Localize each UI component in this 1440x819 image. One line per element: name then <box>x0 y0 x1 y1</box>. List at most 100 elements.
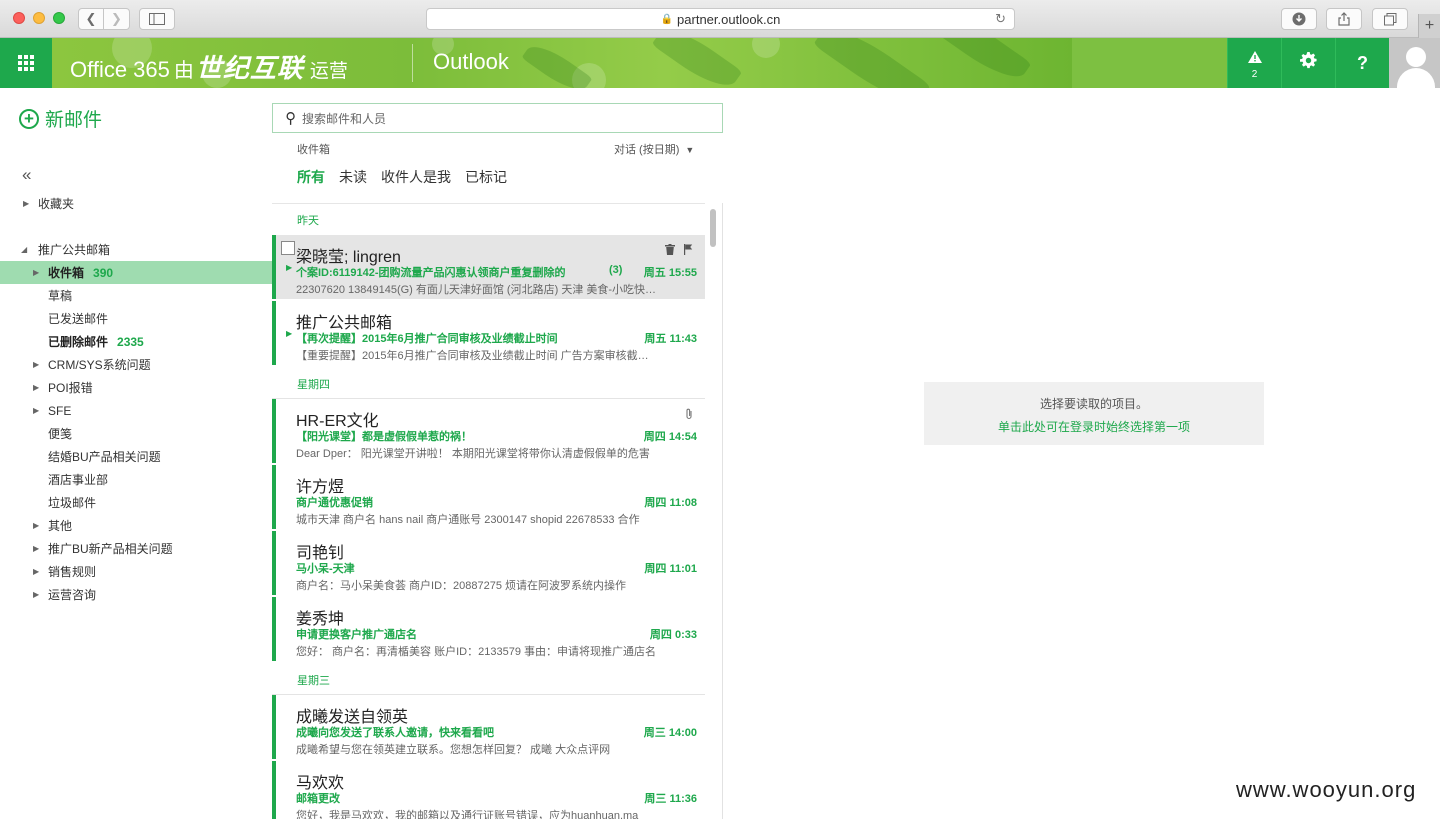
message-item[interactable]: 姜秀坤 申请更换客户推广通店名 周四 0:33 您好： 商户名：再清楯美容 账户… <box>272 597 705 661</box>
collapse-arrow-icon[interactable]: ◢ <box>21 245 27 254</box>
folder-label: 便笺 <box>48 427 73 441</box>
address-bar[interactable]: 🔒 partner.outlook.cn ↻ <box>426 8 1015 30</box>
expand-arrow-icon[interactable]: ▶ <box>33 406 39 415</box>
folder-label: SFE <box>48 403 72 418</box>
folder-label: 运营咨询 <box>48 588 97 602</box>
message-item[interactable]: 成曦发送自领英 成曦向您发送了联系人邀请，快来看看吧 周三 14:00 成曦希望… <box>272 695 705 759</box>
expand-arrow-icon[interactable]: ▶ <box>33 544 39 553</box>
select-first-item-link[interactable]: 单击此处可在登录时始终选择第一项 <box>924 418 1264 435</box>
reload-icon[interactable]: ↻ <box>995 11 1006 27</box>
folder-wedding-bu[interactable]: 结婚BU产品相关问题 <box>0 445 272 468</box>
folder-label: 垃圾邮件 <box>48 496 97 510</box>
filter-tabs: 所有 未读 收件人是我 已标记 <box>297 167 507 187</box>
group-header: 星期四 <box>297 379 330 391</box>
message-item[interactable]: 许方煜 商户通优惠促销 周四 11:08 城市天津 商户名 hans nail … <box>272 465 705 529</box>
folder-sfe[interactable]: ▶ SFE <box>0 399 272 422</box>
new-mail-button[interactable]: + 新邮件 <box>19 105 102 132</box>
notifications-button[interactable]: 2 <box>1227 38 1281 88</box>
flag-icon[interactable] <box>684 244 693 258</box>
search-input[interactable]: ⚲ 搜索邮件和人员 <box>272 103 723 133</box>
folder-label: 已发送邮件 <box>48 312 109 326</box>
forward-icon[interactable]: ❯ <box>104 8 130 30</box>
filter-unread[interactable]: 未读 <box>339 167 367 187</box>
message-time: 周四 0:33 <box>649 629 697 641</box>
sidebar-toggle-icon[interactable] <box>139 8 175 30</box>
mailbox-node[interactable]: ◢ 推广公共邮箱 <box>0 238 272 261</box>
expand-arrow-icon[interactable]: ▶ <box>33 590 39 599</box>
chevron-down-icon: ▼ <box>685 145 695 155</box>
expand-thread-icon[interactable]: ▶ <box>286 263 292 272</box>
select-checkbox[interactable] <box>281 241 295 255</box>
expand-arrow-icon[interactable]: ▶ <box>33 360 39 369</box>
filter-flagged[interactable]: 已标记 <box>465 167 507 187</box>
message-item[interactable]: 马欢欢 邮箱更改 周三 11:36 您好，我是马欢欢，我的邮箱以及通行证账号错误… <box>272 761 705 819</box>
expand-arrow-icon[interactable]: ▶ <box>33 268 39 277</box>
download-icon[interactable] <box>1281 8 1317 30</box>
lock-icon: 🔒 <box>660 13 674 25</box>
close-window-button[interactable] <box>13 12 25 24</box>
expand-thread-icon[interactable]: ▶ <box>286 329 292 338</box>
brand-logo: Office 365 由 世纪互联 运营 <box>70 48 348 85</box>
folder-label: 已删除邮件 <box>48 335 109 349</box>
minimize-window-button[interactable] <box>33 12 45 24</box>
message-time: 周五 11:43 <box>644 333 697 345</box>
reading-pane-placeholder: 选择要读取的项目。 单击此处可在登录时始终选择第一项 <box>924 382 1264 445</box>
message-time: 周三 11:36 <box>644 793 697 805</box>
trash-icon[interactable] <box>665 244 675 258</box>
search-placeholder: 搜索邮件和人员 <box>302 111 387 126</box>
zoom-window-button[interactable] <box>53 12 65 24</box>
app-launcher-button[interactable] <box>0 38 52 88</box>
folder-other[interactable]: ▶ 其他 <box>0 514 272 537</box>
message-preview: 【重要提醒】2015年6月推广合同审核及业绩截止时间 广告方案审核截止时间 <box>296 350 658 362</box>
help-button[interactable]: ? <box>1335 38 1389 88</box>
message-subject: 申请更换客户推广通店名 <box>296 629 417 641</box>
filter-all[interactable]: 所有 <box>297 167 325 187</box>
folder-deleted[interactable]: 已删除邮件 2335 <box>0 330 272 353</box>
message-preview: 城市天津 商户名 hans nail 商户通账号 2300147 shopid … <box>296 514 640 526</box>
message-preview: Dear Dper： 阳光课堂开讲啦！ 本期阳光课堂将带你认清虚假假单的危害 <box>296 448 650 460</box>
help-icon: ? <box>1357 52 1368 73</box>
avatar[interactable] <box>1389 38 1440 88</box>
group-header: 星期三 <box>297 675 330 687</box>
folder-ops-consult[interactable]: ▶ 运营咨询 <box>0 583 272 606</box>
group-header: 昨天 <box>297 215 319 227</box>
sort-dropdown[interactable]: 对话 (按日期) ▼ <box>614 141 694 157</box>
folder-inbox[interactable]: ▶ 收件箱 390 <box>0 261 272 284</box>
folder-poi[interactable]: ▶ POI报错 <box>0 376 272 399</box>
folder-crm[interactable]: ▶ CRM/SYS系统问题 <box>0 353 272 376</box>
expand-arrow-icon[interactable]: ▶ <box>33 567 39 576</box>
folder-promo-bu[interactable]: ▶ 推广BU新产品相关问题 <box>0 537 272 560</box>
folder-sent[interactable]: 已发送邮件 <box>0 307 272 330</box>
settings-button[interactable] <box>1281 38 1335 88</box>
list-scrollbar[interactable] <box>710 209 716 247</box>
unread-count: 390 <box>93 266 114 280</box>
folder-drafts[interactable]: 草稿 <box>0 284 272 307</box>
share-icon[interactable] <box>1326 8 1362 30</box>
expand-arrow-icon[interactable]: ▶ <box>23 199 29 208</box>
folder-label: 其他 <box>48 519 73 533</box>
favorites-node[interactable]: ▶ 收藏夹 <box>0 192 272 215</box>
expand-arrow-icon[interactable]: ▶ <box>33 383 39 392</box>
collapse-pane-icon[interactable]: « <box>22 165 31 185</box>
message-subject: 商户通优惠促销 <box>296 497 373 509</box>
folder-sales-rules[interactable]: ▶ 销售规则 <box>0 560 272 583</box>
folder-label: 推广BU新产品相关问题 <box>48 542 173 556</box>
folder-hotel[interactable]: 酒店事业部 <box>0 468 272 491</box>
back-icon[interactable]: ❮ <box>78 8 104 30</box>
new-tab-icon[interactable]: + <box>1418 14 1440 38</box>
filter-to-me[interactable]: 收件人是我 <box>381 167 451 187</box>
folder-junk[interactable]: 垃圾邮件 <box>0 491 272 514</box>
message-item[interactable]: ▶ 梁晓莹; lingren 个案ID:6119142-团购流量产品闪惠认领商户… <box>272 235 705 299</box>
tabs-overview-icon[interactable] <box>1372 8 1408 30</box>
message-subject: 【阳光课堂】都是虚假假单惹的祸！ <box>296 431 472 443</box>
folder-notes[interactable]: 便笺 <box>0 422 272 445</box>
thread-count: (3) <box>609 264 623 276</box>
header-divider <box>412 44 413 82</box>
expand-arrow-icon[interactable]: ▶ <box>33 521 39 530</box>
app-title[interactable]: Outlook <box>433 49 509 75</box>
url-text: partner.outlook.cn <box>677 11 781 27</box>
message-item[interactable]: HR-ER文化 【阳光课堂】都是虚假假单惹的祸！ 周四 14:54 Dear D… <box>272 399 705 463</box>
message-item[interactable]: ▶ 推广公共邮箱 【再次提醒】2015年6月推广合同审核及业绩截止时间 周五 1… <box>272 301 705 365</box>
message-item[interactable]: 司艳钊 马小呆-天津 周四 11:01 商户名：马小呆美食荟 商户ID：2088… <box>272 531 705 595</box>
favorites-label: 收藏夹 <box>38 197 75 211</box>
